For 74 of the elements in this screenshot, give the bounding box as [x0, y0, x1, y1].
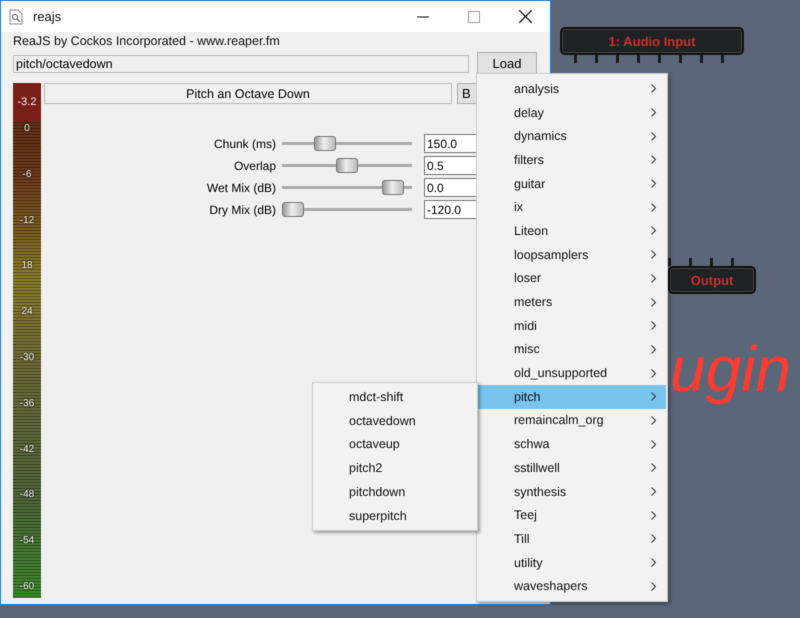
chevron-right-icon — [651, 510, 656, 520]
chevron-right-icon — [651, 298, 656, 307]
meter-scale-label: 18 — [21, 260, 33, 272]
meter-scale-label: -48 — [20, 489, 34, 500]
menu-item[interactable]: Till — [478, 527, 666, 551]
chevron-right-icon — [651, 274, 656, 283]
menu-item[interactable]: Teej — [478, 503, 666, 528]
peak-readout: -3.2 — [13, 83, 41, 121]
chevron-right-icon — [651, 368, 656, 378]
meter-scale-label: -12 — [20, 214, 34, 226]
meter-scale-label: 0 — [24, 123, 30, 134]
app-icon — [9, 8, 23, 24]
chevron-right-icon — [651, 108, 656, 118]
chevron-right-icon — [651, 534, 656, 544]
slider-label: Overlap — [232, 158, 277, 172]
chevron-right-icon — [651, 226, 656, 236]
canvas-title: ugin — [670, 334, 791, 404]
chevron-right-icon — [651, 392, 656, 402]
menu-item[interactable]: misc — [478, 338, 666, 362]
menu-item[interactable]: loser — [478, 266, 666, 290]
menu-item[interactable]: pitch — [478, 384, 666, 409]
menu-item[interactable]: superpitch — [313, 504, 477, 528]
menu-item[interactable]: octaveup — [313, 432, 477, 456]
chevron-right-icon — [651, 487, 656, 496]
menu-item[interactable]: old_unsupported — [478, 361, 666, 385]
chevron-right-icon — [651, 463, 656, 472]
slider-thumb[interactable] — [382, 180, 404, 195]
chevron-right-icon — [651, 155, 656, 164]
meter-scale-label: -60 — [20, 580, 34, 592]
path-field[interactable]: pitch/octavedown — [13, 54, 469, 72]
meter-scale-label: 24 — [21, 306, 33, 318]
menu-item[interactable]: mdct-shift — [313, 385, 477, 409]
connector-pins — [668, 258, 734, 266]
chevron-right-icon — [651, 321, 656, 330]
meter-scale-label: -6 — [22, 168, 32, 180]
close-icon[interactable] — [519, 10, 532, 23]
menu-item[interactable]: octavedown — [313, 408, 477, 433]
chevron-right-icon — [651, 84, 656, 94]
menu-item[interactable]: midi — [478, 314, 666, 338]
slider-thumb[interactable] — [282, 202, 304, 217]
menu-item[interactable]: waveshapers — [478, 574, 666, 598]
meter-scale-label: -54 — [20, 535, 34, 546]
chevron-right-icon — [651, 582, 656, 591]
menu-item[interactable]: synthesis — [478, 480, 666, 504]
menu-item[interactable]: pitchdown — [313, 480, 477, 504]
slider-label: Chunk (ms) — [212, 136, 277, 150]
chevron-right-icon — [651, 179, 656, 188]
chevron-right-icon — [651, 250, 656, 260]
menu-item[interactable]: utility — [478, 550, 666, 574]
menu-item[interactable]: pitch2 — [313, 456, 477, 480]
plugin-description: Pitch an Octave Down — [44, 83, 452, 104]
menu-item[interactable]: Liteon — [478, 219, 666, 243]
meter-scale-label: -30 — [20, 352, 34, 363]
chevron-right-icon — [651, 132, 656, 141]
window-title: reajs — [33, 9, 62, 24]
slider-thumb[interactable] — [336, 158, 358, 173]
menu-item[interactable]: meters — [478, 290, 666, 314]
meter-scale-label: -42 — [20, 444, 34, 455]
chevron-right-icon — [651, 202, 656, 212]
menu-item[interactable]: loopsamplers — [478, 242, 666, 266]
load-button[interactable]: Load — [477, 52, 537, 75]
chevron-right-icon — [651, 416, 656, 425]
menu-item[interactable]: sstillwell — [478, 456, 666, 480]
slider-label: Dry Mix (dB) — [208, 202, 277, 216]
chevron-right-icon — [651, 344, 656, 354]
menu-item[interactable]: schwa — [478, 432, 666, 456]
meter-scale-label: -36 — [20, 398, 34, 409]
chevron-right-icon — [651, 440, 656, 449]
slider-label: Wet Mix (dB) — [206, 180, 277, 194]
plugin-credits: ReaJS by Cockos Incorporated - www.reaper.fm — [13, 34, 281, 48]
maximize-icon[interactable] — [468, 10, 480, 22]
chevron-right-icon — [651, 558, 656, 568]
slider-thumb[interactable] — [314, 136, 336, 151]
menu-item[interactable]: remaincalm_org — [478, 408, 666, 432]
